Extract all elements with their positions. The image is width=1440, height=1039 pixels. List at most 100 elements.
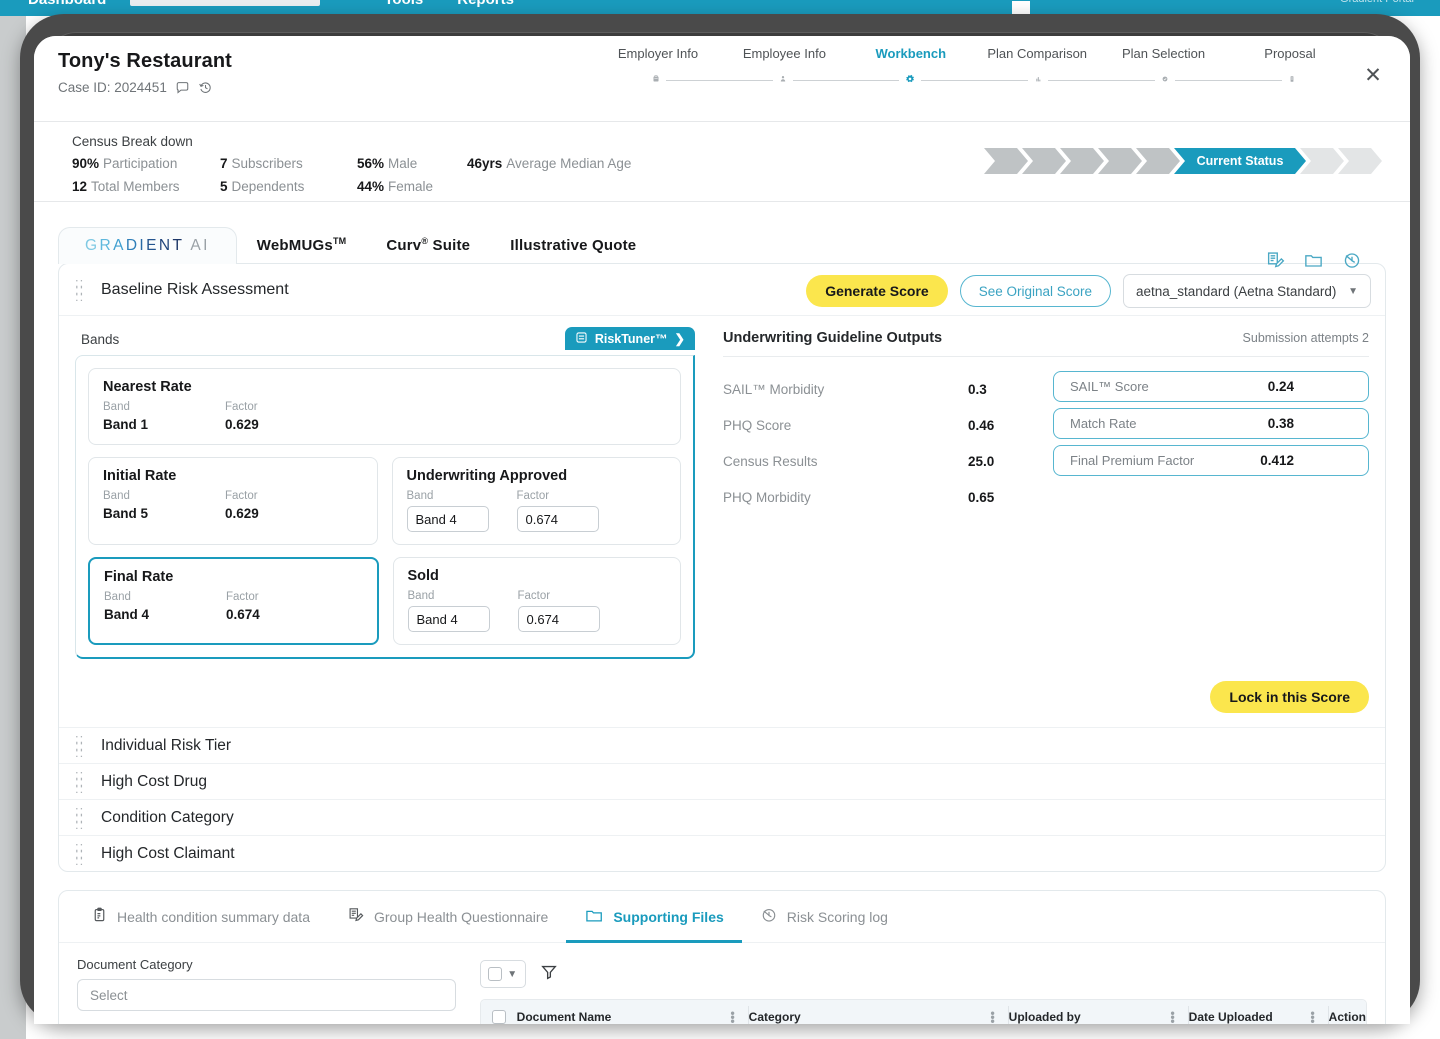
step-node-proposal[interactable] [1230,69,1354,89]
tab-curv-suite[interactable]: Curv® Suite [366,226,490,264]
stepper-labels: Employer Info Employee Info Workbench Pl… [594,46,1354,61]
step-node-plan-selection[interactable] [1103,69,1227,89]
header-category[interactable]: Category • • • [749,1000,1009,1024]
column-menu-icon[interactable]: • • • [1310,1007,1314,1024]
drag-handle-icon[interactable]: :::::: [75,276,89,303]
step-label-plan-comparison[interactable]: Plan Comparison [975,46,1099,61]
tab-illustrative-quote[interactable]: Illustrative Quote [490,227,656,264]
drag-handle-icon[interactable]: :::::: [75,768,89,795]
accordion-condition-category[interactable]: :::::: Condition Category [59,799,1385,835]
comment-icon[interactable] [175,80,190,95]
tab-group-health-questionnaire[interactable]: Group Health Questionnaire [328,891,566,943]
step-node-workbench[interactable] [848,69,972,89]
header-uploaded-by[interactable]: Uploaded by • • • [1009,1000,1189,1024]
carrier-select[interactable]: aetna_standard (Aetna Standard) ▼ [1123,274,1371,308]
status-badge: Current Status [1174,148,1306,174]
metric-key: SAIL™ Morbidity [723,381,825,397]
step-label-workbench[interactable]: Workbench [849,46,973,61]
document-category-label: Document Category [77,957,193,972]
tab-supporting-files[interactable]: Supporting Files [566,891,743,943]
band-input-factor[interactable]: 0.674 [517,606,600,632]
files-tabs: Health condition summary data Group Heal… [59,891,1385,943]
checkbox-icon[interactable] [488,967,503,981]
step-label-employee-info[interactable]: Employee Info [722,46,846,61]
generate-score-button[interactable]: Generate Score [806,275,948,307]
baseline-risk-card: :::::: Baseline Risk Assessment Generate… [58,263,1386,872]
outputs-metrics: SAIL™ Morbidity 0.3 PHQ Score 0.46 Censu… [723,371,1053,515]
metric-value: 0.65 [968,489,995,505]
census-column-gender: 56% Male 44% Female [357,156,467,194]
band-input-band[interactable]: Band 4 [407,606,490,632]
baseline-body: Bands RiskTuner™ ❯ Nearest Rate Band Ban… [59,316,1385,677]
accordion-high-cost-claimant[interactable]: :::::: High Cost Claimant [59,835,1385,871]
tab-gradient-ai[interactable]: GRADIENT AI [58,227,237,264]
page-title: Tony's Restaurant [58,50,232,72]
tab-webmugs[interactable]: WebMUGsTM [237,226,367,264]
header-checkbox-cell[interactable] [481,1000,517,1024]
band-input-band[interactable]: Band 4 [406,506,489,532]
header-document-name[interactable]: Document Name • • • [517,1000,749,1024]
header-date-uploaded[interactable]: Date Uploaded • • • [1189,1000,1329,1024]
tab-superscript: TM [332,236,347,246]
band-field-factor: Factor 0.674 [517,590,628,632]
select-all-dropdown[interactable]: ▼ [479,960,526,988]
baseline-title: Baseline Risk Assessment [101,280,289,298]
see-original-score-button[interactable]: See Original Score [959,275,1111,307]
band-card-final-rate[interactable]: Final Rate Band Band 4 Factor 0.674 [88,557,379,645]
column-label: Category [748,1010,801,1024]
column-menu-icon[interactable]: • • • [1170,1007,1174,1024]
band-name: Final Rate [104,569,174,585]
checkbox-icon[interactable] [491,1010,506,1024]
band-field-band: Band Band 4 [407,590,518,632]
background-search-input[interactable] [130,0,320,6]
accordion-label: Individual Risk Tier [101,736,232,754]
background-nav-item-tools[interactable]: Tools [384,0,423,8]
band-name: Initial Rate [103,468,177,484]
files-body: Document Category Select ▼ Document Name… [59,943,1385,1024]
logo-letter: R [99,237,114,254]
census-stat-label: Female [388,179,434,194]
main-body: GRADIENT AI WebMUGsTM Curv® Suite Illustr… [34,202,1410,1024]
band-field-label: Factor [225,401,258,413]
document-category-select[interactable]: Select [77,979,456,1011]
underwriting-outputs-panel: Underwriting Guideline Outputs Submissio… [695,330,1369,659]
band-field-band: Band Band 4 [104,591,226,622]
lock-in-score-button[interactable]: Lock in this Score [1210,681,1369,713]
highlight-sail-score: SAIL™ Score 0.24 [1053,371,1369,402]
census-stat-value: 46yrs [467,156,503,171]
accordion-individual-risk-tier[interactable]: :::::: Individual Risk Tier [59,727,1385,763]
step-node-plan-comparison[interactable] [976,69,1100,89]
baseline-accordion-header[interactable]: :::::: Baseline Risk Assessment Generate… [59,264,1385,316]
background-nav-item-reports[interactable]: Reports [457,0,514,8]
history-icon[interactable] [198,80,213,95]
column-menu-icon[interactable]: • • • [990,1007,994,1024]
census-column-subscribers: 7 Subscribers 5 Dependents [220,156,357,194]
documents-table: Document Name • • • Category • • • Uploaded by… [479,999,1367,1024]
band-field-band: Band Band 5 [103,490,225,521]
step-label-employer-info[interactable]: Employer Info [596,46,720,61]
close-icon[interactable]: ✕ [1360,62,1386,88]
tab-risk-scoring-log[interactable]: Risk Scoring log [742,891,906,943]
step-label-plan-selection[interactable]: Plan Selection [1102,46,1226,61]
step-node-employee-info[interactable] [721,69,845,89]
risktuner-button[interactable]: RiskTuner™ ❯ [564,327,695,350]
filter-icon[interactable] [540,963,558,986]
accordion-high-cost-drug[interactable]: :::::: High Cost Drug [59,763,1385,799]
status-chevron-step [1300,148,1344,174]
band-field-label: Band [407,590,435,602]
drag-handle-icon[interactable]: :::::: [75,732,89,759]
band-input-factor[interactable]: 0.674 [516,506,599,532]
drag-handle-icon[interactable]: :::::: [75,840,89,867]
tab-health-condition-summary[interactable]: Health condition summary data [73,891,328,943]
band-field-value: 0.674 [226,607,260,622]
risktuner-icon [575,331,588,347]
column-menu-icon[interactable]: • • • [730,1007,734,1024]
band-row: Initial Rate Band Band 5 Factor 0.629 Un… [88,457,681,545]
drag-handle-icon[interactable]: :::::: [75,804,89,831]
background-nav-item-dashboard[interactable]: Dashboard [28,0,106,8]
step-label-proposal[interactable]: Proposal [1228,46,1352,61]
step-node-employer-info[interactable] [594,69,718,89]
background-brand-label: Gradient Portal [1340,0,1414,5]
chevron-down-icon[interactable]: ▼ [507,969,517,980]
submission-attempts: Submission attempts 2 [1242,331,1369,345]
